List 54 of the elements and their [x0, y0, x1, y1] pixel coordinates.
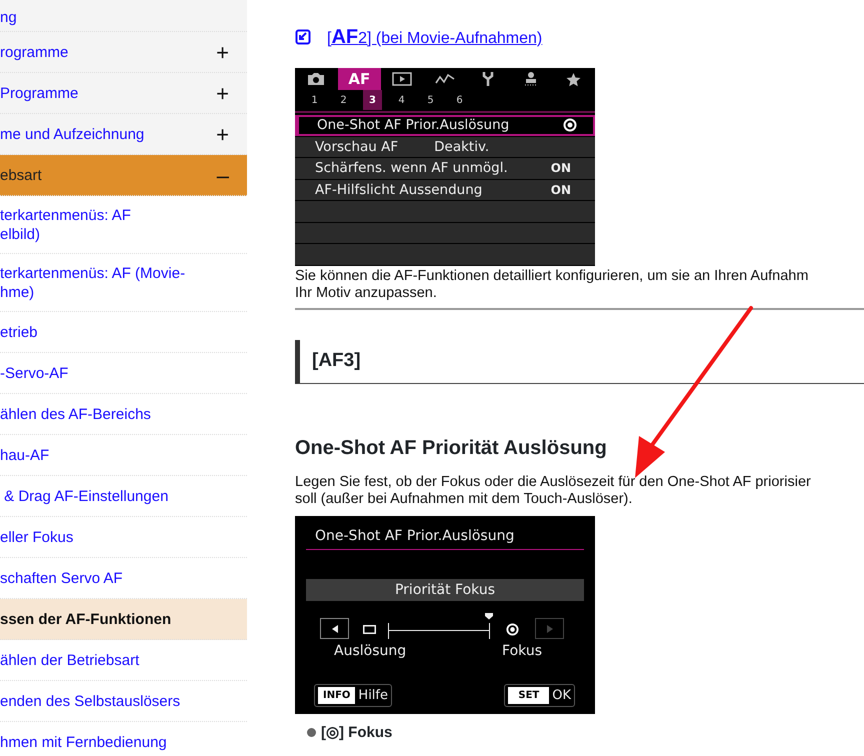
target-icon	[563, 118, 577, 132]
menu-row-value: Deaktiv.	[434, 138, 490, 157]
paragraph: Legen Sie fest, ob der Fokus oder die Auslösezeit für den One-Shot AF priorisier soll (außer bei Aufnahmen mit dem Touch-Auslöser).	[295, 474, 812, 508]
page-tab[interactable]: 5	[421, 90, 440, 110]
slider-thumb[interactable]	[485, 612, 493, 620]
page-tab[interactable]: 3	[363, 90, 382, 110]
toggle-sign: +	[216, 42, 229, 62]
info-button[interactable]: INFO Hilfe	[314, 684, 392, 707]
setting-title: One-Shot AF Prior.Auslösung	[306, 526, 584, 550]
page-tab[interactable]: 6	[450, 90, 469, 110]
setting-value-bar: Priorität Fokus	[306, 578, 584, 600]
rectangle-icon	[363, 624, 376, 634]
menu-row[interactable]: One-Shot AF Prior.Auslösung	[295, 115, 595, 136]
menu-row[interactable]: Schärfens. wenn AF unmögl. ON	[295, 158, 595, 178]
person-icon	[522, 71, 539, 87]
paragraph: Sie können die AF-Funktionen detailliert konfigurieren, um sie an Ihren Aufnahm Ihr Motiv anzupassen.	[295, 268, 810, 302]
page-heading: One-Shot AF Priorität Auslösung	[295, 436, 608, 460]
menu-row[interactable]: Vorschau AF Deaktiv.	[295, 136, 595, 157]
menu-row-label: AF-Hilfslicht Aussendung	[315, 180, 482, 200]
section-heading: [AF3]	[295, 340, 864, 384]
bullet-heading: [◎] Fokus	[321, 724, 392, 740]
right-triangle-icon	[546, 624, 552, 632]
sidebar-section[interactable]: me und Aufzeichnung +	[0, 114, 247, 155]
page-tab[interactable]: 4	[392, 90, 411, 110]
toggle-sign: +	[216, 84, 229, 102]
menu-row-value: ON	[550, 182, 571, 199]
page-tab[interactable]: 2	[334, 90, 353, 110]
camera-icon	[307, 72, 326, 86]
menu-row[interactable]: AF-Hilfslicht Aussendung ON	[295, 180, 595, 200]
page-tab[interactable]: 1	[305, 90, 324, 110]
arrow-button[interactable]	[320, 618, 349, 639]
sidebar-section[interactable]: Programme +	[0, 73, 247, 114]
set-button[interactable]: SET OK	[504, 684, 575, 707]
sidebar-section[interactable]: ng	[0, 0, 247, 32]
menu-tab[interactable]: AF	[338, 68, 381, 90]
slider-right-label: Fokus	[502, 642, 542, 660]
slider-left-label: Auslösung	[334, 642, 406, 660]
play-icon	[392, 72, 412, 86]
wave-icon	[435, 73, 455, 85]
toggle-sign: +	[216, 124, 229, 144]
menu-row-label: Schärfens. wenn AF unmögl.	[315, 159, 508, 178]
section-link[interactable]: [AF2] (bei Movie-Aufnahmen)	[327, 22, 542, 52]
sidebar-section[interactable]: ebsart –	[0, 155, 247, 196]
toggle-sign: –	[216, 166, 229, 184]
menu-row-label: Vorschau AF	[315, 138, 398, 157]
left-triangle-icon	[332, 624, 338, 632]
sidebar-section[interactable]: rogramme +	[0, 32, 247, 73]
star-icon	[566, 72, 582, 86]
bullet-icon	[307, 728, 316, 736]
target-icon	[506, 622, 519, 636]
wrench-icon	[482, 71, 494, 87]
menu-row-value: ON	[550, 160, 571, 178]
menu-row-label: One-Shot AF Prior.Auslösung	[317, 116, 510, 136]
sidebar-link[interactable]: ssen der AF-Funktionen	[0, 599, 247, 640]
